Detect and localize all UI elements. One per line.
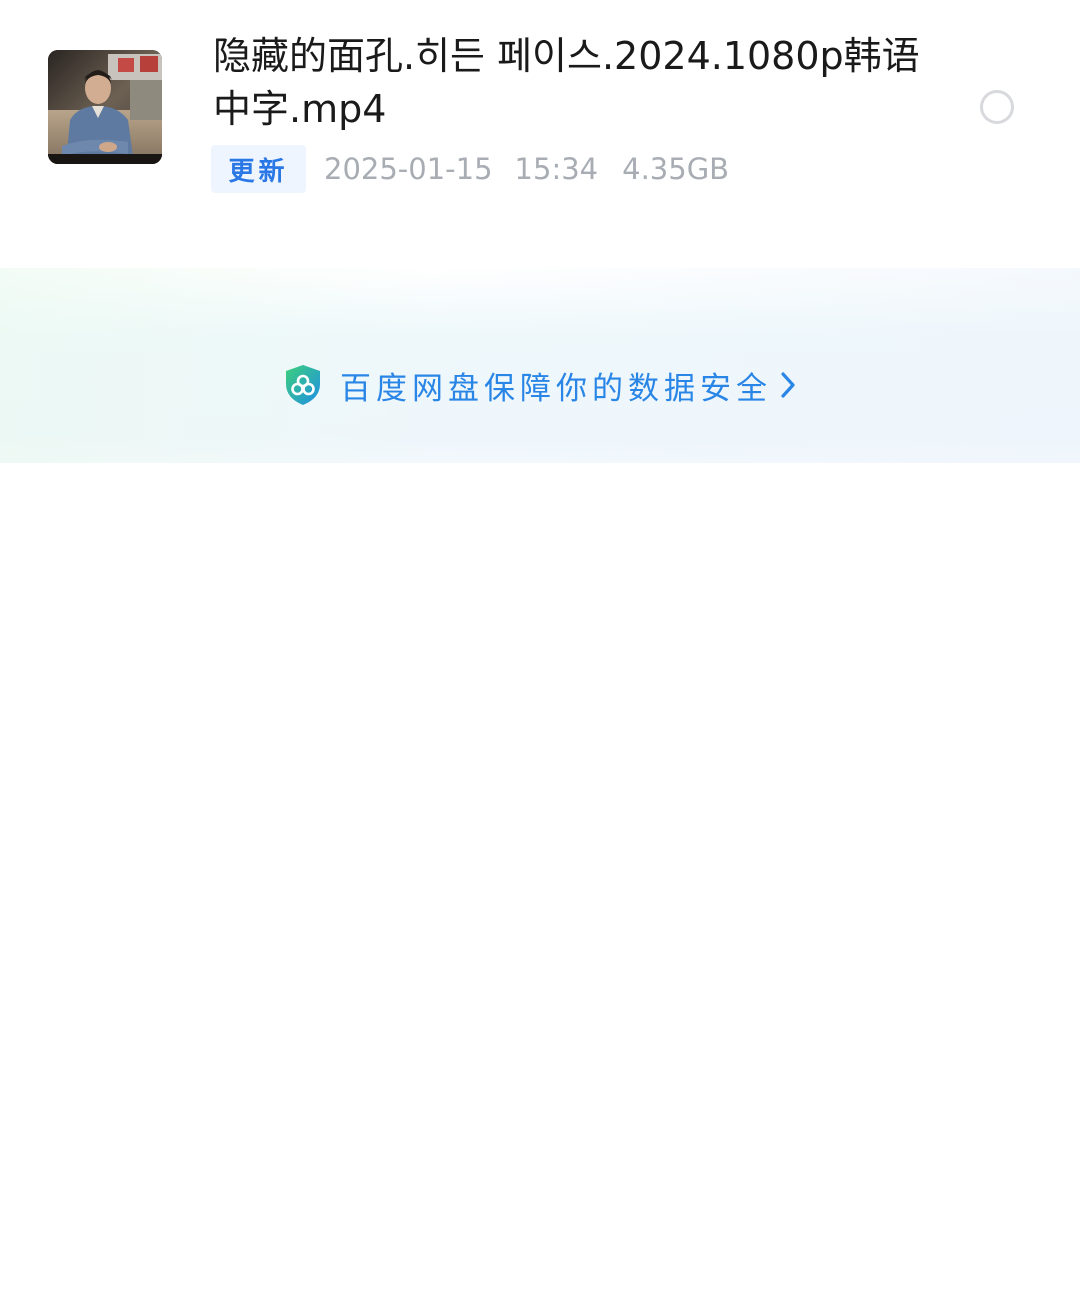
security-banner: 百度网盘保障你的数据安全 (0, 268, 1080, 463)
file-size: 4.35GB (622, 152, 730, 186)
security-link[interactable]: 百度网盘保障你的数据安全 (284, 364, 798, 407)
select-checkbox[interactable] (980, 90, 1014, 124)
file-meta: 更新 2025-01-15 15:34 4.35GB (211, 145, 729, 193)
file-time: 15:34 (514, 152, 599, 186)
file-list-item[interactable]: 隐藏的面孔.히든 페이스.2024.1080p韩语中字.mp4 更新 2025-… (0, 0, 1080, 215)
video-thumbnail[interactable] (48, 50, 162, 164)
security-text: 百度网盘保障你的数据安全 (340, 370, 772, 407)
update-badge: 更新 (211, 145, 306, 193)
thumbnail-image (48, 50, 162, 164)
file-name: 隐藏的面孔.히든 페이스.2024.1080p韩语中字.mp4 (213, 34, 920, 131)
shield-icon (286, 365, 320, 405)
chevron-right-icon (781, 372, 795, 398)
file-date: 2025-01-15 (324, 152, 493, 186)
